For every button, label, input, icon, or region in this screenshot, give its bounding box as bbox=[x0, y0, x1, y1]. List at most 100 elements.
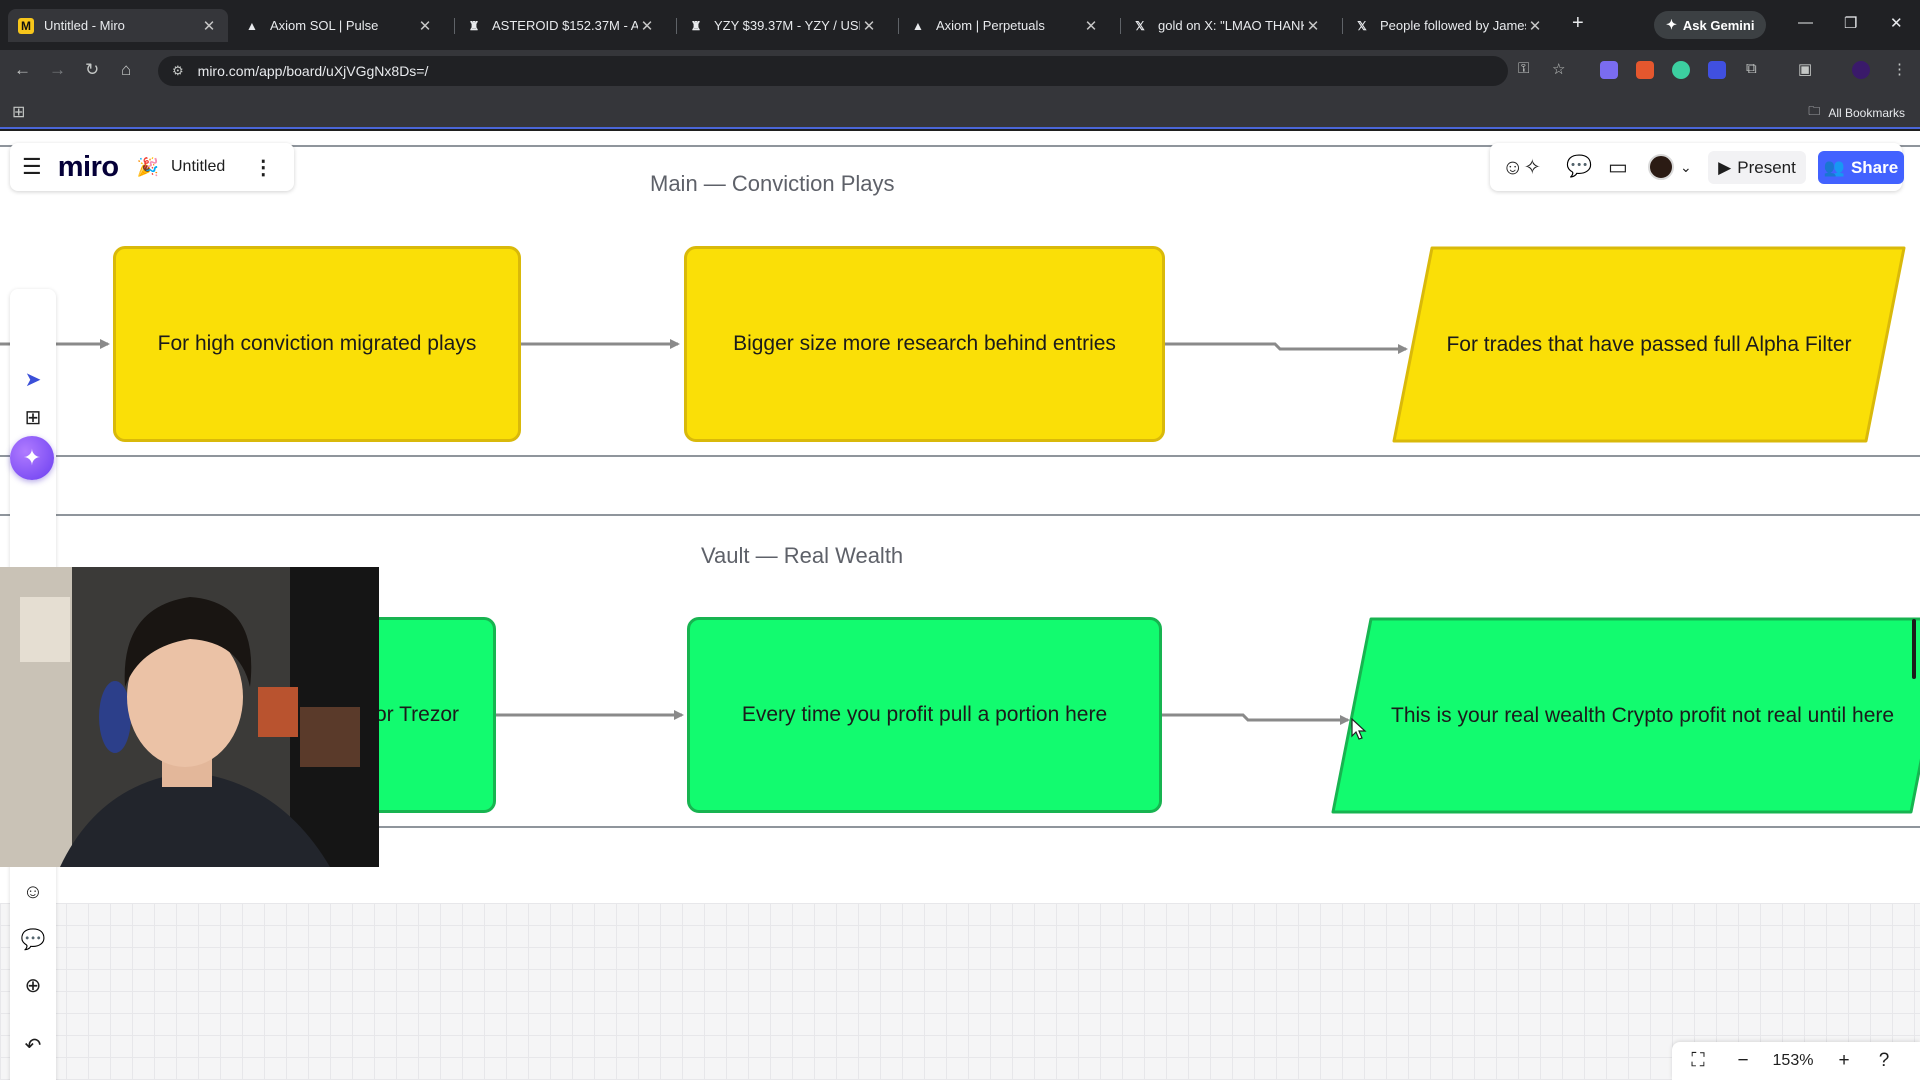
flow-node-vault-3[interactable]: This is your real wealth Crypto profit n… bbox=[1331, 617, 1920, 814]
address-bar[interactable]: ⚙ miro.com/app/board/uXjVGgNx8Ds=/ bbox=[158, 56, 1508, 86]
zoom-controls: ⛶ − 153% + ? bbox=[1672, 1042, 1920, 1080]
tab-separator bbox=[1120, 18, 1121, 34]
extension-icon[interactable] bbox=[1636, 61, 1654, 79]
bookmark-star-icon[interactable]: ☆ bbox=[1552, 60, 1565, 78]
tab-x-people[interactable]: 𝕏 People followed by James W ✕ bbox=[1344, 9, 1554, 42]
node-text: or Trezor bbox=[374, 703, 459, 726]
tab-separator bbox=[454, 18, 455, 34]
extension-icon[interactable] bbox=[1672, 61, 1690, 79]
close-tab-icon[interactable]: ✕ bbox=[200, 17, 218, 35]
party-popper-icon[interactable]: 🎉 bbox=[137, 157, 159, 178]
flow-node-main-2[interactable]: Bigger size more research behind entries bbox=[684, 246, 1165, 442]
password-key-icon[interactable]: ⚿ bbox=[1518, 60, 1529, 77]
restore-icon[interactable]: ❐ bbox=[1844, 14, 1857, 32]
node-text: Every time you profit pull a portion her… bbox=[741, 703, 1108, 726]
mask-favicon-icon: ♜ bbox=[690, 18, 702, 33]
templates-icon[interactable]: ⊞ bbox=[10, 405, 56, 430]
tab-asteroid[interactable]: ♜ ASTEROID $152.37M - Aster ✕ bbox=[456, 9, 666, 42]
miro-board-header: ☰ miro 🎉 Untitled ⋮ bbox=[10, 143, 294, 191]
connector-arrow bbox=[1165, 342, 1408, 354]
x-favicon-icon: 𝕏 bbox=[1357, 18, 1367, 33]
side-panel-icon[interactable]: ▣ bbox=[1798, 60, 1812, 78]
zoom-in-icon[interactable]: + bbox=[1824, 1050, 1864, 1072]
mask-favicon-icon: ♜ bbox=[468, 18, 480, 33]
reactions-icon[interactable]: ☺✧ bbox=[1502, 155, 1541, 180]
tab-title: People followed by James W bbox=[1380, 18, 1526, 33]
node-text: For high conviction migrated plays bbox=[157, 332, 477, 355]
flow-node-main-3[interactable]: For trades that have passed full Alpha F… bbox=[1392, 246, 1906, 443]
tab-title: Untitled - Miro bbox=[44, 18, 125, 33]
node-text: This is your real wealth Crypto profit n… bbox=[1391, 703, 1895, 727]
close-tab-icon[interactable]: ✕ bbox=[860, 17, 878, 35]
tab-miro[interactable]: M Untitled - Miro ✕ bbox=[8, 9, 228, 42]
share-button[interactable]: 👥 Share bbox=[1818, 151, 1904, 184]
user-avatar[interactable] bbox=[1648, 154, 1674, 180]
tab-title: Axiom | Perpetuals bbox=[936, 18, 1045, 33]
minimize-icon[interactable]: — bbox=[1798, 14, 1813, 31]
browser-toolbar: ← → ↻ ⌂ ⚙ miro.com/app/board/uXjVGgNx8Ds… bbox=[0, 50, 1920, 92]
new-tab-icon[interactable]: + bbox=[1572, 12, 1584, 35]
comments-icon[interactable]: 💬 bbox=[1566, 155, 1592, 179]
flow-node-vault-2[interactable]: Every time you profit pull a portion her… bbox=[687, 617, 1162, 813]
ask-gemini-button[interactable]: ✦ Ask Gemini bbox=[1654, 11, 1767, 39]
extension-icon[interactable] bbox=[1600, 61, 1618, 79]
tab-title: gold on X: "LMAO THANK W bbox=[1158, 18, 1304, 33]
tab-x-gold[interactable]: 𝕏 gold on X: "LMAO THANK W ✕ bbox=[1122, 9, 1332, 42]
more-options-icon[interactable]: ⋮ bbox=[253, 155, 273, 180]
fit-to-screen-icon[interactable]: ⛶ bbox=[1672, 1050, 1724, 1072]
axiom-favicon-icon: ▲ bbox=[246, 18, 258, 33]
tab-separator bbox=[898, 18, 899, 34]
x-favicon-icon: 𝕏 bbox=[1135, 18, 1145, 33]
miro-logo[interactable]: miro bbox=[58, 151, 119, 184]
home-icon[interactable]: ⌂ bbox=[121, 60, 131, 80]
site-settings-icon[interactable]: ⚙ bbox=[172, 63, 184, 79]
undo-icon[interactable]: ↶ bbox=[10, 1033, 56, 1058]
close-tab-icon[interactable]: ✕ bbox=[1304, 17, 1322, 35]
zoom-out-icon[interactable]: − bbox=[1724, 1050, 1762, 1072]
chrome-menu-icon[interactable]: ⋮ bbox=[1892, 60, 1907, 78]
board-name[interactable]: Untitled bbox=[171, 158, 225, 176]
miro-board-canvas[interactable]: Main — Conviction Plays Vault — Real Wea… bbox=[0, 131, 1920, 1080]
axiom-favicon-icon: ▲ bbox=[912, 18, 924, 33]
close-tab-icon[interactable]: ✕ bbox=[1526, 17, 1544, 35]
tab-axiom-perps[interactable]: ▲ Axiom | Perpetuals ✕ bbox=[900, 9, 1110, 42]
flow-node-main-1[interactable]: For high conviction migrated plays bbox=[113, 246, 521, 442]
all-bookmarks-label: All Bookmarks bbox=[1828, 105, 1905, 120]
close-tab-icon[interactable]: ✕ bbox=[416, 17, 434, 35]
tab-separator bbox=[676, 18, 677, 34]
help-icon[interactable]: ? bbox=[1864, 1050, 1904, 1072]
tab-title: ASTEROID $152.37M - Aster bbox=[492, 18, 638, 33]
users-icon: 👥 bbox=[1823, 157, 1845, 177]
add-more-icon[interactable]: ⊕ bbox=[10, 973, 56, 998]
all-bookmarks-button[interactable]: 🗀 All Bookmarks bbox=[1808, 102, 1905, 123]
video-call-icon[interactable]: ▭ bbox=[1608, 155, 1628, 180]
connector-arrow bbox=[1162, 713, 1350, 725]
ask-gemini-label: Ask Gemini bbox=[1682, 17, 1755, 33]
select-cursor-icon[interactable]: ➤ bbox=[10, 367, 56, 392]
comment-icon[interactable]: 💬 bbox=[10, 927, 56, 952]
close-window-icon[interactable]: ✕ bbox=[1890, 14, 1903, 32]
hamburger-menu-icon[interactable]: ☰ bbox=[22, 154, 42, 180]
extension-icon[interactable] bbox=[1708, 61, 1726, 79]
tab-axiom-pulse[interactable]: ▲ Axiom SOL | Pulse ✕ bbox=[234, 9, 444, 42]
play-icon: ▶ bbox=[1718, 157, 1732, 177]
reaction-sticker-icon[interactable]: ☺ bbox=[10, 881, 56, 904]
close-tab-icon[interactable]: ✕ bbox=[638, 17, 656, 35]
ai-assistant-icon[interactable]: ✦ bbox=[10, 436, 54, 480]
tab-yzy[interactable]: ♜ YZY $39.37M - YZY / USDC o ✕ bbox=[678, 9, 888, 42]
profile-avatar-icon[interactable] bbox=[1852, 61, 1870, 79]
apps-grid-icon[interactable]: ⊞ bbox=[12, 102, 25, 122]
browser-tab-strip: M Untitled - Miro ✕ ▲ Axiom SOL | Pulse … bbox=[0, 0, 1920, 50]
node-text: For trades that have passed full Alpha F… bbox=[1446, 332, 1852, 356]
close-tab-icon[interactable]: ✕ bbox=[1082, 17, 1100, 35]
zoom-level[interactable]: 153% bbox=[1762, 1052, 1824, 1070]
present-button[interactable]: ▶ Present bbox=[1708, 151, 1806, 184]
chevron-down-icon[interactable]: ⌄ bbox=[1680, 159, 1692, 176]
reload-icon[interactable]: ↻ bbox=[85, 60, 99, 80]
extensions-puzzle-icon[interactable]: ⧉ bbox=[1746, 60, 1757, 77]
tab-title: YZY $39.37M - YZY / USDC o bbox=[714, 18, 860, 33]
back-icon[interactable]: ← bbox=[14, 60, 31, 80]
forward-icon[interactable]: → bbox=[49, 60, 66, 80]
miro-favicon-icon: M bbox=[18, 17, 34, 34]
vertical-scrollbar[interactable] bbox=[1912, 619, 1916, 679]
